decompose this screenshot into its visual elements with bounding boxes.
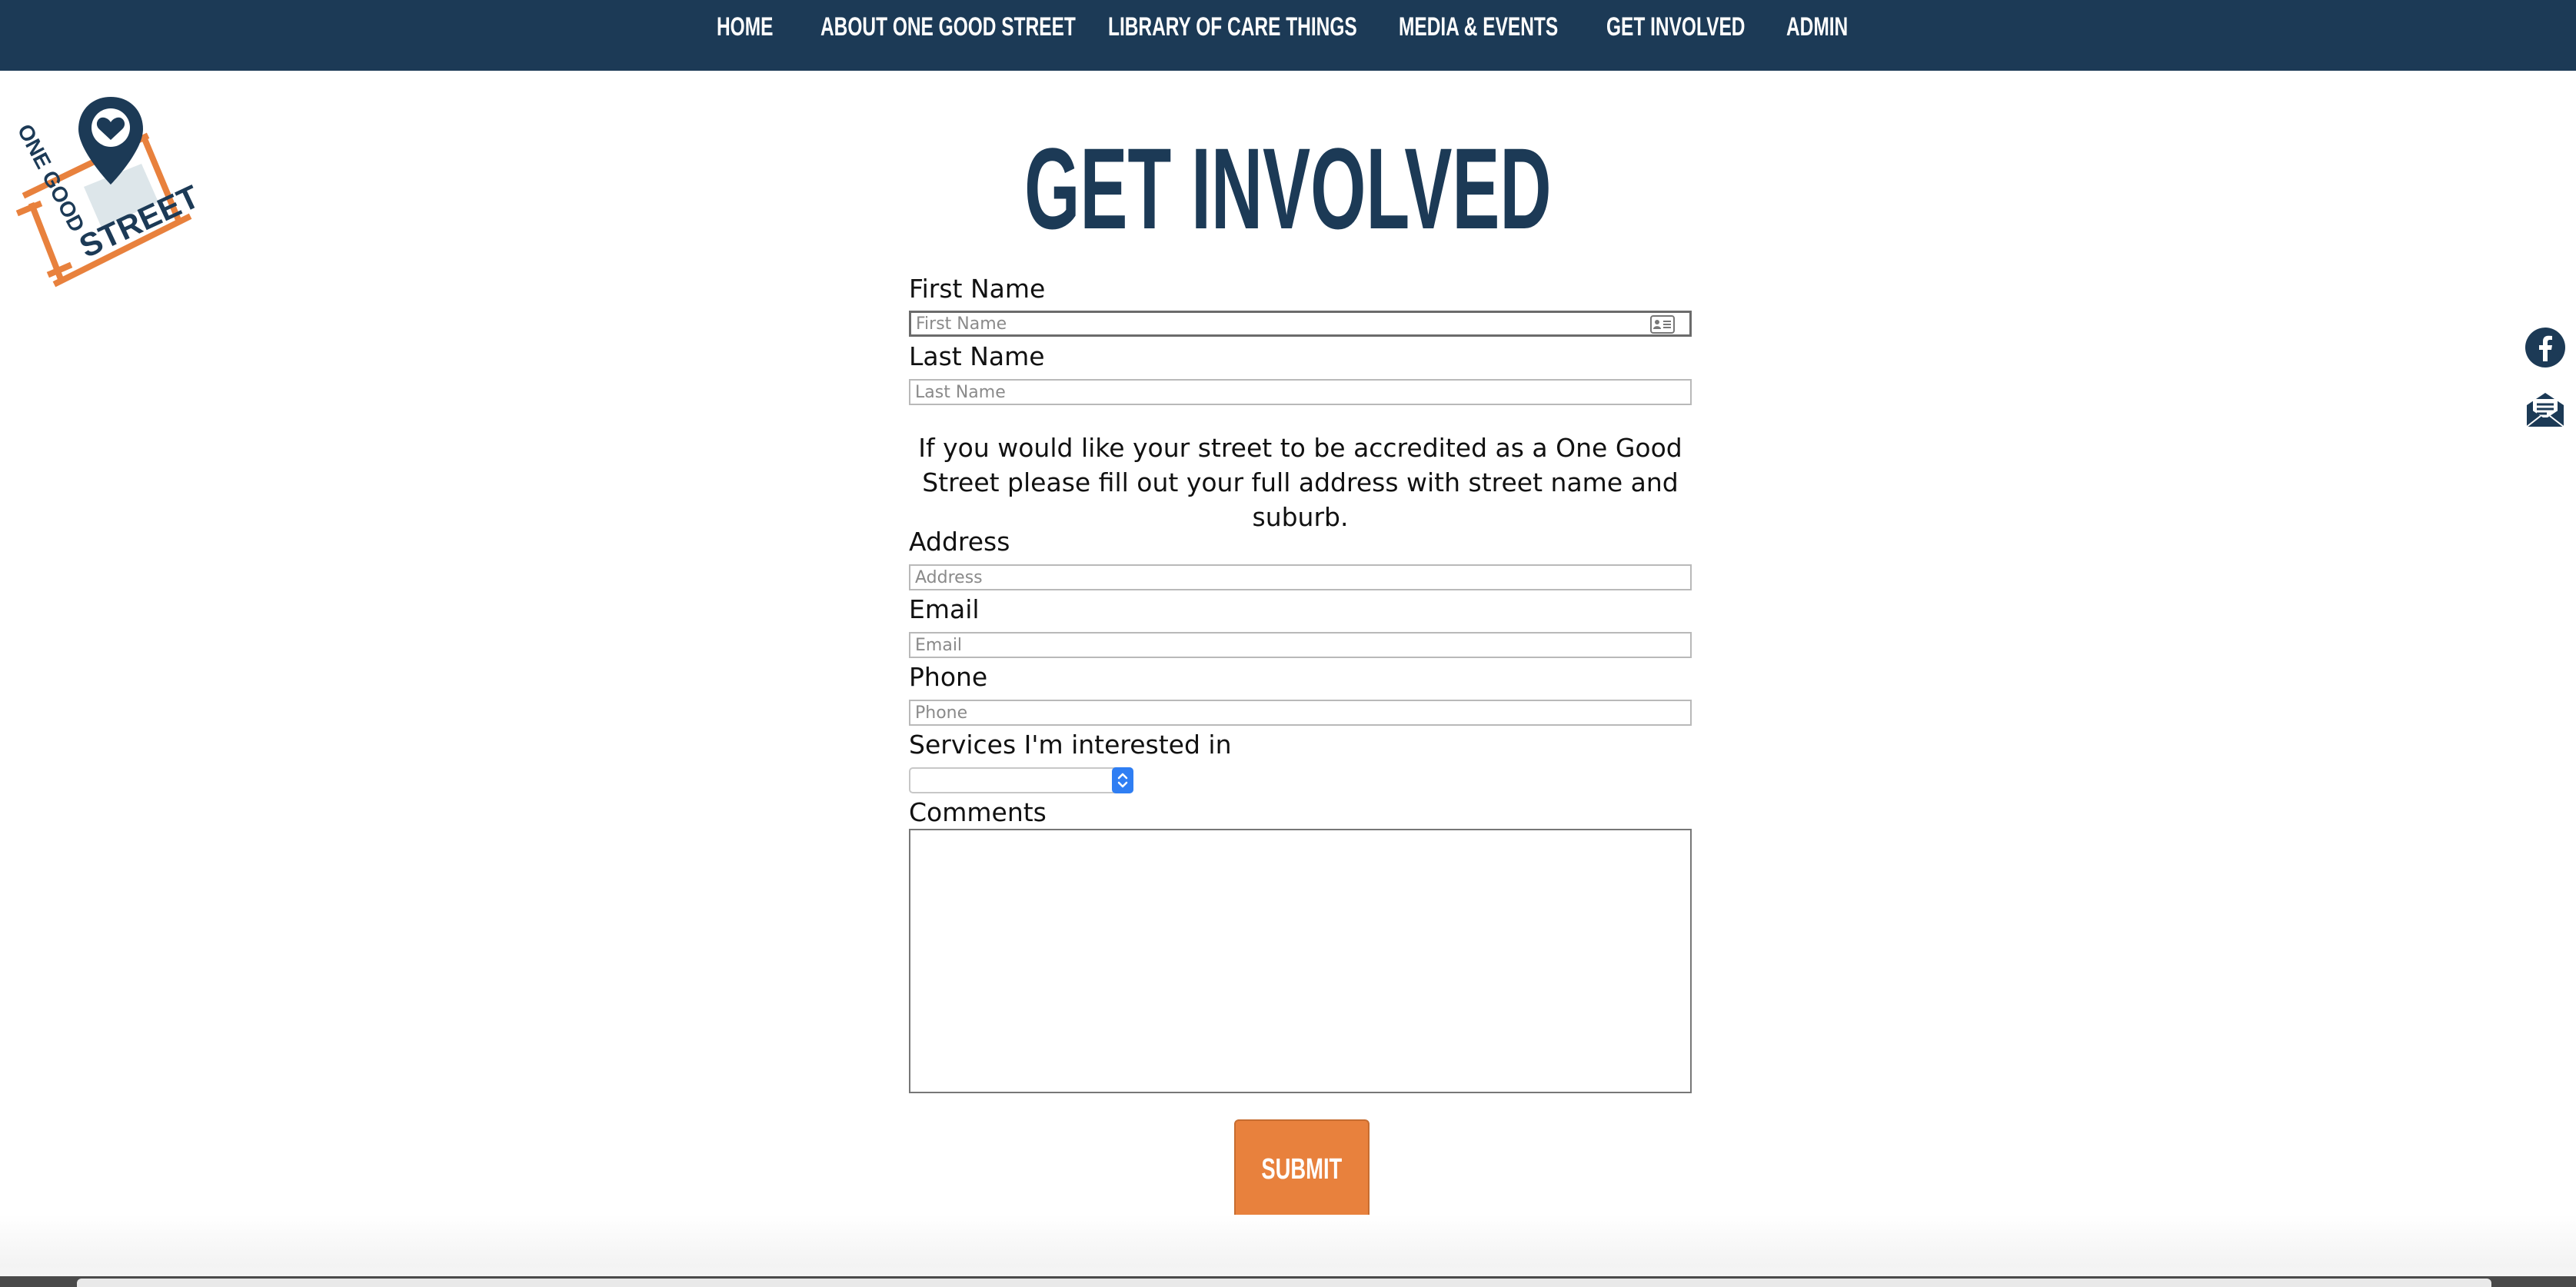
comments-label: Comments	[909, 797, 1047, 827]
first-name-label: First Name	[909, 274, 1046, 304]
nav-menu: HOME ABOUT ONE GOOD STREET LIBRARY OF CA…	[0, 0, 2576, 54]
facebook-icon[interactable]	[2524, 326, 2567, 369]
page-title-text: GET INVOLVED	[1024, 124, 1552, 253]
browser-bottom-edge	[0, 1276, 2576, 1287]
services-label: Services I'm interested in	[909, 730, 1232, 760]
email-input[interactable]	[909, 632, 1692, 658]
nav-item-library[interactable]: LIBRARY OF CARE THINGS	[1108, 11, 1357, 43]
email-label: Email	[909, 594, 980, 624]
services-select[interactable]	[909, 767, 1133, 793]
autofill-contact-card-icon[interactable]	[1650, 315, 1675, 334]
address-input[interactable]	[909, 564, 1692, 590]
last-name-label: Last Name	[909, 341, 1045, 371]
submit-button[interactable]: SUBMIT	[1234, 1119, 1370, 1219]
address-label: Address	[909, 527, 1010, 557]
services-select-field[interactable]	[909, 767, 1133, 793]
comments-textarea[interactable]	[909, 829, 1692, 1093]
nav-item-home[interactable]: HOME	[717, 11, 773, 43]
nav-item-about[interactable]: ABOUT ONE GOOD STREET	[820, 11, 1076, 43]
bottom-window-edge	[77, 1279, 2491, 1287]
newsletter-icon[interactable]	[2524, 388, 2567, 431]
submit-button-label: SUBMIT	[1261, 1152, 1343, 1186]
first-name-input[interactable]	[909, 311, 1692, 337]
nav-item-get-involved[interactable]: GET INVOLVED	[1606, 11, 1745, 43]
nav-item-media-events[interactable]: MEDIA & EVENTS	[1399, 11, 1558, 43]
page-title: GET INVOLVED	[0, 131, 2576, 246]
nav-item-admin[interactable]: ADMIN	[1786, 11, 1848, 43]
phone-label: Phone	[909, 662, 988, 692]
last-name-input[interactable]	[909, 379, 1692, 405]
phone-input[interactable]	[909, 700, 1692, 726]
accreditation-notice: If you would like your street to be accr…	[918, 433, 1682, 532]
select-arrows-icon[interactable]	[1112, 767, 1133, 793]
top-navigation-bar: HOME ABOUT ONE GOOD STREET LIBRARY OF CA…	[0, 0, 2576, 71]
